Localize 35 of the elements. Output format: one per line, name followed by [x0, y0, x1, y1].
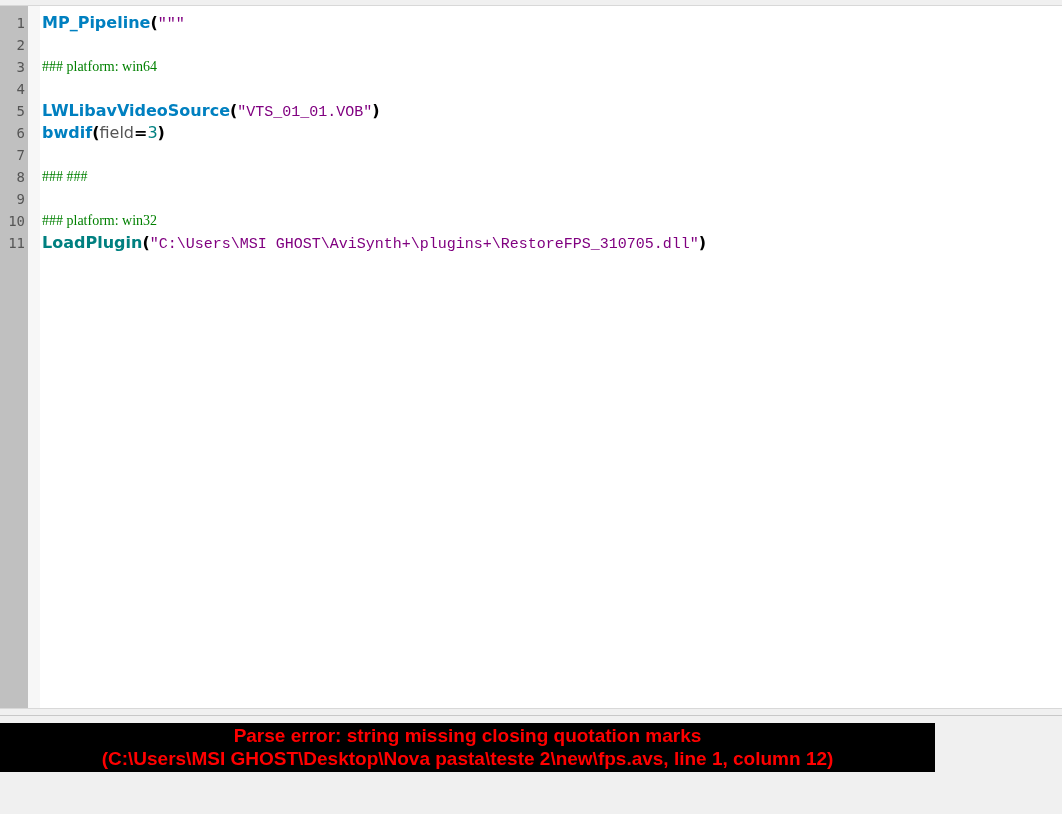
line-number: 8 — [15, 168, 26, 187]
splitter-handle[interactable] — [0, 708, 1062, 716]
function-name: LoadPlugin — [42, 232, 143, 254]
line-number: 5 — [15, 102, 26, 121]
line-number: 9 — [15, 190, 26, 209]
line-number: 11 — [7, 234, 26, 253]
punctuation: ) — [157, 122, 165, 144]
line-number: 10 — [7, 212, 26, 231]
punctuation: = — [134, 122, 148, 144]
punctuation: ( — [92, 122, 100, 144]
punctuation: ( — [142, 232, 150, 254]
string-literal: "VTS_01_01.VOB" — [237, 103, 373, 123]
error-message: Parse error: string missing closing quotation marks — [233, 724, 702, 747]
string-literal: """ — [157, 15, 185, 35]
line-number: 1 — [15, 14, 26, 33]
punctuation: ( — [150, 12, 158, 34]
code-comment: ### platform: win32 — [42, 212, 158, 230]
argument-name: field — [99, 122, 134, 144]
punctuation: ) — [698, 232, 707, 254]
number-literal: 3 — [147, 122, 158, 144]
error-message: (C:\Users\MSI GHOST\Desktop\Nova pasta\teste 2\new\fps.avs, line 1, column 12) — [101, 747, 834, 770]
function-name: bwdif — [42, 122, 93, 144]
punctuation: ( — [230, 100, 238, 122]
line-number: 3 — [15, 58, 26, 77]
line-number: 6 — [15, 124, 26, 143]
code-comment: ### platform: win64 — [42, 58, 158, 76]
line-number: 7 — [15, 146, 26, 165]
line-number: 4 — [15, 80, 26, 99]
punctuation: ) — [372, 100, 380, 122]
code-comment: ### ### — [42, 168, 88, 186]
line-number: 2 — [15, 36, 26, 55]
function-name: MP_Pipeline — [42, 12, 151, 34]
string-literal: "C:\Users\MSI GHOST\AviSynth+\plugins+\RestoreFPS_310705.dll" — [149, 235, 699, 255]
code-editor[interactable] — [0, 6, 1062, 708]
function-name: LWLibavVideoSource — [42, 100, 230, 122]
